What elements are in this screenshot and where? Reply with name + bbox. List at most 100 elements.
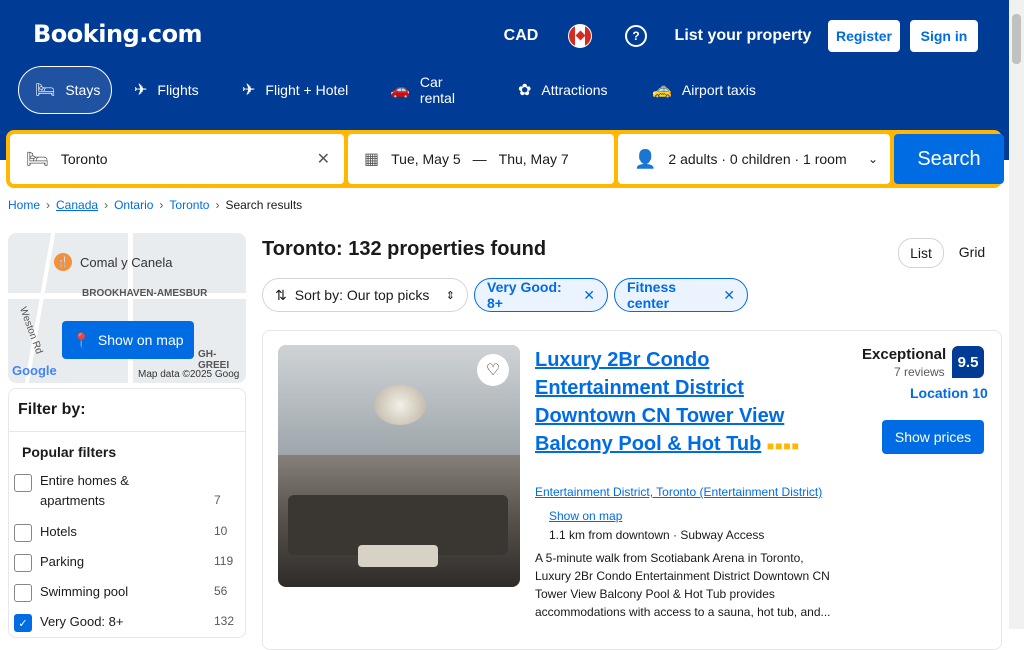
tab-label: Flights [157,82,199,98]
map-area-label: GH-GREEI [198,349,230,371]
tab-label: Attractions [541,82,608,98]
chevron-right-icon: › [215,198,220,212]
checkbox-checked[interactable]: ✓ [14,614,32,632]
filter-very-good[interactable]: ✓ Very Good: 8+ [14,614,123,632]
map-place-label: Comal y Canela [80,255,173,270]
property-location-link[interactable]: Entertainment District, Toronto (Enterta… [535,485,822,499]
breadcrumb: Home › Canada › Ontario › Toronto › Sear… [8,198,302,212]
calendar-icon: ▦ [364,151,380,168]
canada-flag-icon [568,24,592,48]
bed-icon: 🛏 [26,148,49,169]
review-count: 7 reviews [894,365,945,379]
filters-title: Filter by: [18,401,86,418]
dates-field[interactable]: ▦ Tue, May 5 — Thu, May 7 [348,134,614,184]
search-button[interactable]: Search [894,134,1004,184]
check-out-date: Thu, May 7 [498,151,569,167]
chevron-updown-icon: ⇕ [445,289,455,302]
breadcrumb-ontario[interactable]: Ontario [114,198,153,212]
map-credit: Map data ©2025 Goog [138,369,240,380]
results-title: Toronto: 132 properties found [262,238,547,260]
close-icon[interactable]: ✕ [583,287,595,304]
map-preview[interactable]: 🍴 Comal y Canela BROOKHAVEN-AMESBUR West… [8,233,246,383]
chevron-down-icon: ⌄ [867,152,878,166]
guests-summary: 2 adults · 0 children · 1 room [668,151,847,167]
filter-count: 119 [214,554,234,568]
filter-parking[interactable]: Parking [14,554,84,572]
map-area-label: BROOKHAVEN-AMESBUR [82,288,208,299]
map-road [24,233,56,383]
show-on-map-button[interactable]: 📍 Show on map [62,321,194,359]
show-on-map-label: Show on map [97,332,184,348]
view-list-button[interactable]: List [898,238,944,268]
filter-label: Parking [40,554,85,569]
chevron-right-icon: › [104,198,109,212]
guests-field[interactable]: 👤 2 adults · 0 children · 1 room ⌄ [618,134,890,184]
breadcrumb-canada[interactable]: Canada [56,198,98,212]
chip-label: Very Good: 8+ [487,279,562,311]
map-pin-icon: 🍴 [54,253,72,271]
tab-flight-hotel[interactable]: ✈ Flight + Hotel [226,66,366,114]
filter-swimming-pool[interactable]: Swimming pool [14,584,128,602]
photo-table [358,545,438,567]
checkbox[interactable] [14,554,32,572]
checkbox[interactable] [14,524,32,542]
tab-airport-taxis[interactable]: 🚕 Airport taxis [636,66,774,114]
google-logo: Google [12,363,57,378]
review-score-word[interactable]: Exceptional [862,346,946,363]
popular-filters-heading: Popular filters [22,444,117,460]
location-score: Location 10 [910,385,988,401]
tab-label: Car rental [419,74,455,106]
photo-chandelier [374,385,426,425]
tab-car-rental[interactable]: 🚗 Car rental [374,66,496,114]
clear-icon[interactable]: ✕ [317,149,330,169]
heart-icon: ♡ [485,362,501,379]
filter-chip-very-good[interactable]: Very Good: 8+ ✕ [474,278,608,312]
filter-hotels[interactable]: Hotels [14,524,77,542]
scrollbar-thumb[interactable] [1012,14,1021,64]
destination-input[interactable]: Toronto [61,151,108,167]
date-separator: — [472,151,487,167]
property-name[interactable]: Luxury 2Br Condo Entertainment District … [535,349,784,455]
chevron-right-icon: › [46,198,51,212]
car-icon: 🚗 [390,82,410,99]
property-title[interactable]: Luxury 2Br Condo Entertainment District … [535,346,835,460]
sort-label: Sort by: Our top picks [294,287,430,303]
booking-logo[interactable]: Booking.com [33,20,203,48]
language-button[interactable] [556,14,604,58]
check-icon: ✓ [18,617,28,630]
property-show-on-map-link[interactable]: Show on map [549,509,622,523]
register-button[interactable]: Register [828,20,900,52]
breadcrumb-home[interactable]: Home [8,198,40,212]
filter-count: 7 [214,493,221,507]
breadcrumb-toronto[interactable]: Toronto [169,198,209,212]
page-scrollbar[interactable] [1009,0,1024,629]
sort-dropdown[interactable]: ⇅ Sort by: Our top picks ⇕ [262,278,468,312]
show-prices-button[interactable]: Show prices [882,420,984,454]
bed-icon: 🛏 [35,82,56,99]
checkbox[interactable] [14,584,32,602]
person-icon: 👤 [634,148,657,169]
star-rating-icon: ■■■■ [766,439,800,453]
property-distance: 1.1 km from downtown · Subway Access [549,528,765,542]
list-property-button[interactable]: List your property [668,14,818,58]
filter-label: Hotels [40,524,77,539]
destination-field[interactable]: 🛏 Toronto ✕ [10,134,344,184]
checkbox[interactable] [14,474,32,492]
filter-entire-homes[interactable]: Entire homes & apartments [14,473,190,511]
tab-stays[interactable]: 🛏 Stays [18,66,112,114]
tab-label: Airport taxis [681,82,756,98]
tab-attractions[interactable]: ✿ Attractions [502,66,630,114]
currency-button[interactable]: CAD [494,14,548,58]
filter-chip-fitness-center[interactable]: Fitness center ✕ [614,278,748,312]
close-icon[interactable]: ✕ [723,287,735,304]
review-score-badge[interactable]: 9.5 [952,346,984,378]
sort-icon: ⇅ [275,286,287,303]
view-grid-button[interactable]: Grid [946,238,998,266]
tab-flights[interactable]: ✈ Flights [118,66,220,114]
taxi-icon: 🚕 [652,82,672,99]
search-bar: 🛏 Toronto ✕ ▦ Tue, May 5 — Thu, May 7 👤 … [6,130,1004,188]
help-button[interactable]: ? [612,14,660,58]
filter-count: 56 [214,584,228,598]
sign-in-button[interactable]: Sign in [910,20,978,52]
save-heart-button[interactable]: ♡ [477,354,509,386]
